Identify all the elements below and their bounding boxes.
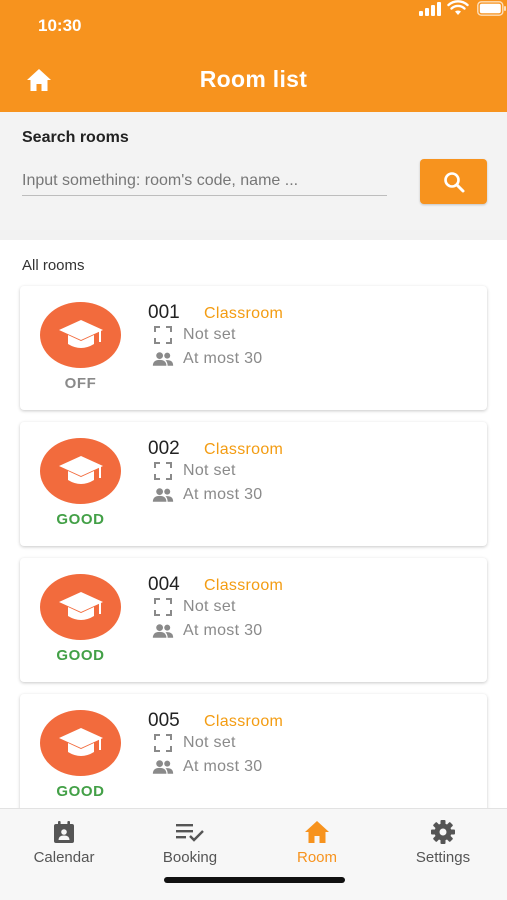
room-capacity: At most 30: [183, 758, 263, 775]
status-bar: 10:30: [0, 0, 507, 50]
room-size-row: Not set: [152, 734, 236, 752]
room-size: Not set: [183, 462, 236, 479]
room-card[interactable]: GOOD 005 Classroom Not set At most 30: [20, 694, 487, 810]
nav-label: Settings: [415, 849, 471, 866]
room-type: Classroom: [204, 441, 284, 458]
battery-icon: [477, 1, 506, 16]
room-status: GOOD: [56, 783, 105, 800]
room-size: Not set: [183, 598, 236, 615]
search-label: Search rooms: [22, 129, 129, 146]
area-size-icon: [152, 326, 174, 344]
room-capacity: At most 30: [183, 622, 263, 639]
room-card[interactable]: OFF 001 Classroom Not set At most 30: [20, 286, 487, 410]
bottom-nav: Calendar Booking Room Settings: [0, 808, 507, 900]
people-icon: [152, 622, 174, 640]
wifi-icon: [447, 0, 469, 15]
nav-item-settings[interactable]: Settings: [388, 819, 498, 866]
home-icon: [305, 821, 329, 843]
room-size-row: Not set: [152, 598, 236, 616]
room-size-row: Not set: [152, 326, 236, 344]
room-avatar: [40, 302, 121, 368]
graduation-cap-icon: [58, 592, 103, 620]
people-icon: [152, 486, 174, 504]
search-section: Search rooms: [0, 112, 507, 230]
search-icon: [443, 171, 464, 192]
booking-checklist-icon: [176, 824, 204, 842]
room-capacity-row: At most 30: [152, 622, 262, 640]
people-icon: [152, 758, 174, 776]
rooms-heading: All rooms: [22, 257, 85, 274]
room-capacity: At most 30: [183, 350, 263, 367]
page-title: Room list: [199, 66, 308, 92]
room-type: Classroom: [204, 713, 284, 730]
search-button[interactable]: [420, 159, 487, 204]
room-avatar: [40, 710, 121, 776]
room-status: OFF: [64, 375, 97, 392]
graduation-cap-icon: [58, 728, 103, 756]
home-indicator: [164, 877, 345, 883]
room-card[interactable]: GOOD 004 Classroom Not set At most 30: [20, 558, 487, 682]
graduation-cap-icon: [58, 456, 103, 484]
nav-item-calendar[interactable]: Calendar: [9, 819, 119, 866]
nav-label: Room: [296, 849, 337, 866]
room-capacity-row: At most 30: [152, 350, 262, 368]
app-header: 10:30 Room list: [0, 0, 507, 112]
nav-item-booking[interactable]: Booking: [135, 819, 245, 866]
room-capacity-row: At most 30: [152, 758, 262, 776]
cellular-signal-icon: [419, 2, 441, 16]
room-capacity: At most 30: [183, 486, 263, 503]
room-status: GOOD: [56, 647, 105, 664]
room-type: Classroom: [204, 577, 284, 594]
room-code: 001: [148, 302, 180, 323]
room-size: Not set: [183, 734, 236, 751]
area-size-icon: [152, 598, 174, 616]
area-size-icon: [152, 734, 174, 752]
rooms-section: All rooms OFF 001 Classroom Not set At m…: [0, 240, 507, 810]
room-capacity-row: At most 30: [152, 486, 262, 504]
room-card[interactable]: GOOD 002 Classroom Not set At most 30: [20, 422, 487, 546]
room-avatar: [40, 574, 121, 640]
area-size-icon: [152, 462, 174, 480]
nav-item-room[interactable]: Room: [262, 819, 372, 866]
nav-label: Calendar: [33, 849, 95, 866]
room-code: 004: [148, 574, 180, 595]
room-list: OFF 001 Classroom Not set At most 30 GOO…: [20, 286, 487, 810]
nav-label: Booking: [162, 849, 218, 866]
room-avatar: [40, 438, 121, 504]
room-type: Classroom: [204, 305, 284, 322]
room-size: Not set: [183, 326, 236, 343]
room-code: 005: [148, 710, 180, 731]
gear-icon: [431, 820, 455, 844]
room-status: GOOD: [56, 511, 105, 528]
room-code: 002: [148, 438, 180, 459]
search-input[interactable]: [22, 166, 387, 196]
people-icon: [152, 350, 174, 368]
graduation-cap-icon: [58, 320, 103, 348]
status-time: 10:30: [38, 16, 82, 35]
room-size-row: Not set: [152, 462, 236, 480]
calendar-icon: [54, 821, 74, 843]
